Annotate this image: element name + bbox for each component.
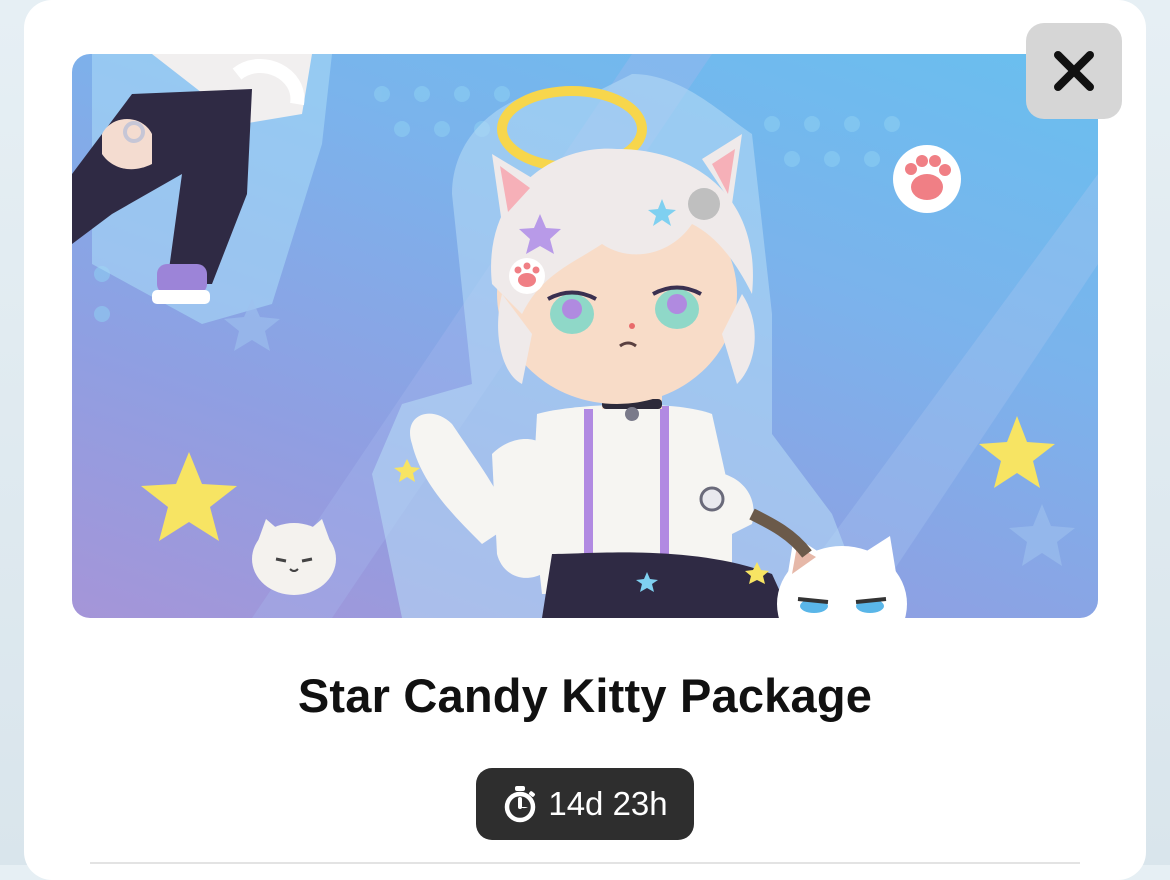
time-remaining-badge: 14d 23h	[476, 768, 694, 840]
close-button[interactable]	[1026, 23, 1122, 119]
divider	[90, 862, 1080, 864]
stopwatch-icon	[505, 786, 536, 823]
package-title: Star Candy Kitty Package	[297, 669, 873, 722]
time-remaining-text: 14d 23h	[548, 785, 668, 822]
package-banner-image	[72, 54, 1098, 618]
package-modal: Star Candy Kitty Package 14d 23h	[24, 0, 1146, 880]
close-icon	[1054, 51, 1094, 91]
